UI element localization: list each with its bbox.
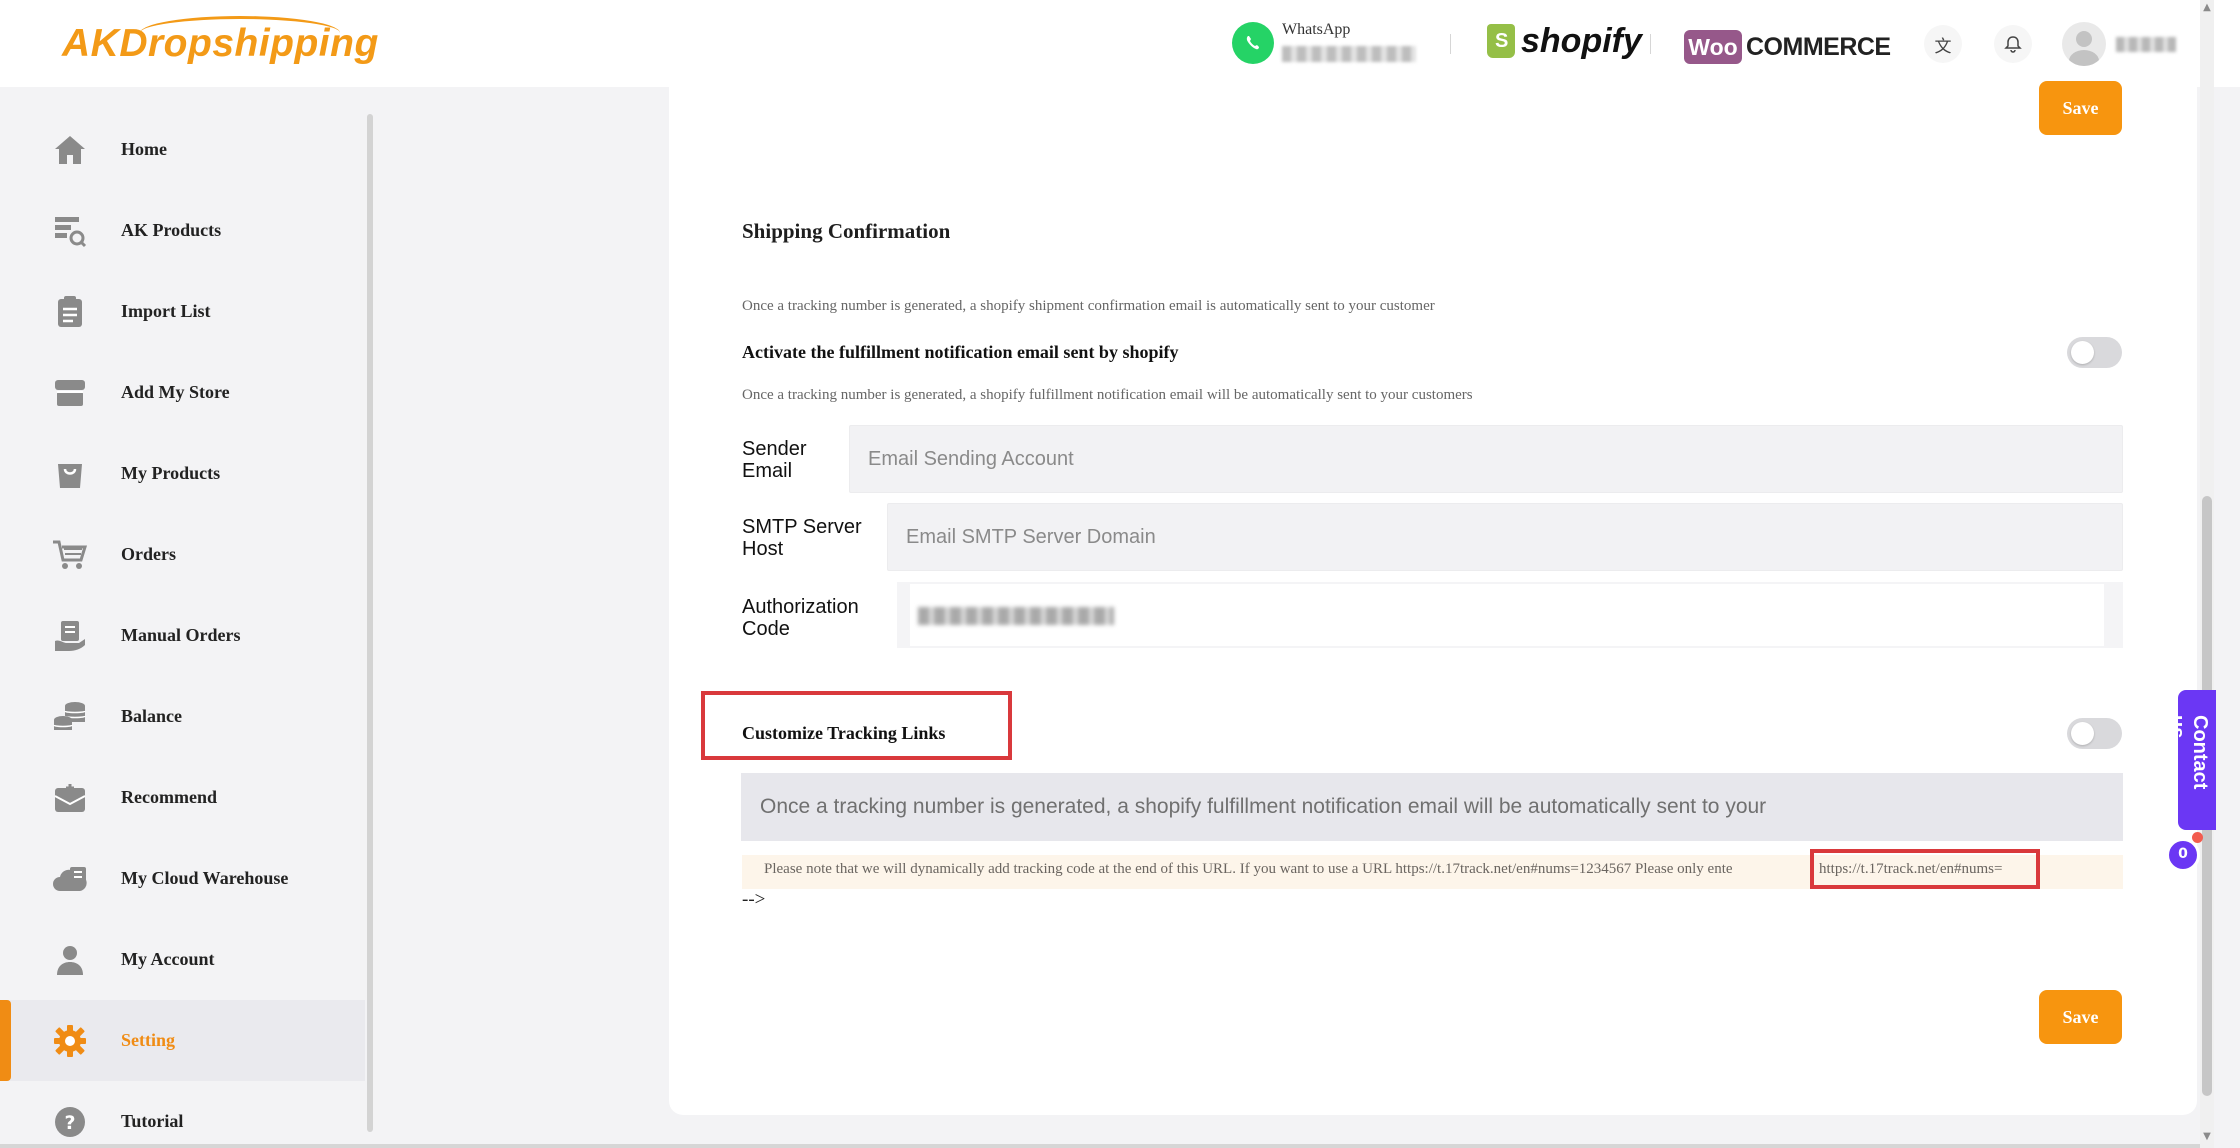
smtp-host-input[interactable] — [887, 503, 2123, 571]
customize-tracking-links-toggle[interactable] — [2067, 718, 2122, 749]
sidebar-item-import-list[interactable]: Import List — [0, 271, 365, 352]
activate-notification-note: Once a tracking number is generated, a s… — [742, 387, 1473, 403]
authorization-code-label: Authorization Code — [742, 596, 859, 640]
recommend-icon — [52, 780, 88, 816]
shipping-confirmation-title: Shipping Confirmation — [742, 219, 951, 243]
header-divider — [1450, 34, 1451, 54]
comment-arrow-text: --> — [742, 889, 766, 910]
warehouse-icon — [52, 861, 88, 897]
translate-icon[interactable]: 文 — [1924, 25, 1962, 63]
sidebar-item-label: My Cloud Warehouse — [121, 868, 289, 888]
save-button-bottom[interactable]: Save — [2039, 990, 2122, 1044]
activate-notification-label: Activate the fulfillment notification em… — [742, 342, 1179, 362]
sidebar-item-my-account[interactable]: My Account — [0, 919, 365, 1000]
clipboard-list-icon — [52, 294, 88, 330]
chat-badge-icon[interactable]: 0 — [2166, 838, 2200, 872]
sidebar-item-label: Balance — [121, 706, 182, 726]
smtp-host-label: SMTP Server Host — [742, 516, 862, 560]
sidebar-item-recommend[interactable]: Recommend — [0, 757, 365, 838]
sidebar-item-label: Orders — [121, 544, 176, 564]
sidebar-scrollbar[interactable] — [367, 114, 373, 1132]
whatsapp-label: WhatsApp — [1282, 21, 1351, 38]
shipping-confirmation-note: Once a tracking number is generated, a s… — [742, 298, 1435, 314]
sender-email-input[interactable] — [849, 425, 2123, 493]
woocommerce-label[interactable]: COMMERCE — [1746, 33, 1891, 62]
sidebar-item-label: Home — [121, 139, 167, 159]
bottom-edge — [0, 1144, 2200, 1148]
contact-us-label[interactable]: Contact us — [2166, 715, 2211, 815]
whatsapp-number-blurred — [1282, 46, 1416, 62]
tracking-link-input[interactable] — [741, 773, 2123, 841]
sidebar-item-label: Manual Orders — [121, 625, 241, 645]
whatsapp-icon[interactable] — [1232, 22, 1274, 64]
sidebar-item-label: Recommend — [121, 787, 217, 807]
store-icon — [52, 375, 88, 411]
home-icon — [52, 132, 88, 168]
coins-icon — [52, 699, 88, 735]
help-icon: ? — [52, 1104, 88, 1140]
sidebar-item-label: My Account — [121, 949, 215, 969]
customize-tracking-links-label: Customize Tracking Links — [742, 723, 946, 743]
gear-icon — [52, 1023, 88, 1059]
product-search-icon — [52, 213, 88, 249]
sidebar-item-add-my-store[interactable]: Add My Store — [0, 352, 365, 433]
sidebar-item-balance[interactable]: Balance — [0, 676, 365, 757]
sidebar-item-label: AK Products — [121, 220, 222, 240]
user-icon — [52, 942, 88, 978]
avatar[interactable] — [2062, 22, 2106, 66]
sidebar-item-label: Add My Store — [121, 382, 230, 402]
sidebar-item-ak-products[interactable]: AK Products — [0, 190, 365, 271]
scroll-down-arrow-icon[interactable]: ▼ — [2202, 1132, 2212, 1142]
sidebar-item-home[interactable]: Home — [0, 109, 365, 190]
sidebar-item-my-products[interactable]: My Products — [0, 433, 365, 514]
bell-icon[interactable] — [1994, 25, 2032, 63]
sidebar-item-label: Import List — [121, 301, 211, 321]
username-blurred[interactable] — [2116, 37, 2176, 52]
save-button[interactable]: Save — [2039, 81, 2122, 135]
svg-text:?: ? — [64, 1112, 75, 1134]
sender-email-label: Sender Email — [742, 438, 807, 482]
sidebar-item-manual-orders[interactable]: Manual Orders — [0, 595, 365, 676]
tracking-hint-text: Please note that we will dynamically add… — [764, 861, 1733, 877]
activate-notification-toggle[interactable] — [2067, 337, 2122, 368]
shopify-label[interactable]: shopify — [1521, 22, 1642, 61]
top-header: AKDropshipping WhatsApp shopify Woo COMM… — [0, 0, 2240, 87]
sidebar-item-label: Tutorial — [121, 1111, 184, 1131]
header-divider — [1650, 34, 1651, 54]
scroll-up-arrow-icon[interactable]: ▲ — [2202, 3, 2212, 13]
manual-order-icon — [52, 618, 88, 654]
sidebar-item-setting[interactable]: Setting — [0, 1000, 365, 1081]
authorization-code-value-blurred — [918, 607, 1114, 625]
cart-icon — [52, 537, 88, 573]
woocommerce-logo-icon[interactable]: Woo — [1684, 30, 1742, 64]
sidebar-item-label: My Products — [121, 463, 221, 483]
sidebar-item-my-cloud-warehouse[interactable]: My Cloud Warehouse — [0, 838, 365, 919]
sidebar-item-label: Setting — [121, 1030, 175, 1050]
highlight-box-url — [1810, 849, 2040, 889]
shopify-logo-icon[interactable] — [1487, 24, 1515, 58]
shopping-bag-icon — [52, 456, 88, 492]
sidebar-item-tutorial[interactable]: ? Tutorial — [0, 1081, 365, 1148]
brand-logo[interactable]: AKDropshipping — [62, 22, 379, 66]
sidebar-item-orders[interactable]: Orders — [0, 514, 365, 595]
